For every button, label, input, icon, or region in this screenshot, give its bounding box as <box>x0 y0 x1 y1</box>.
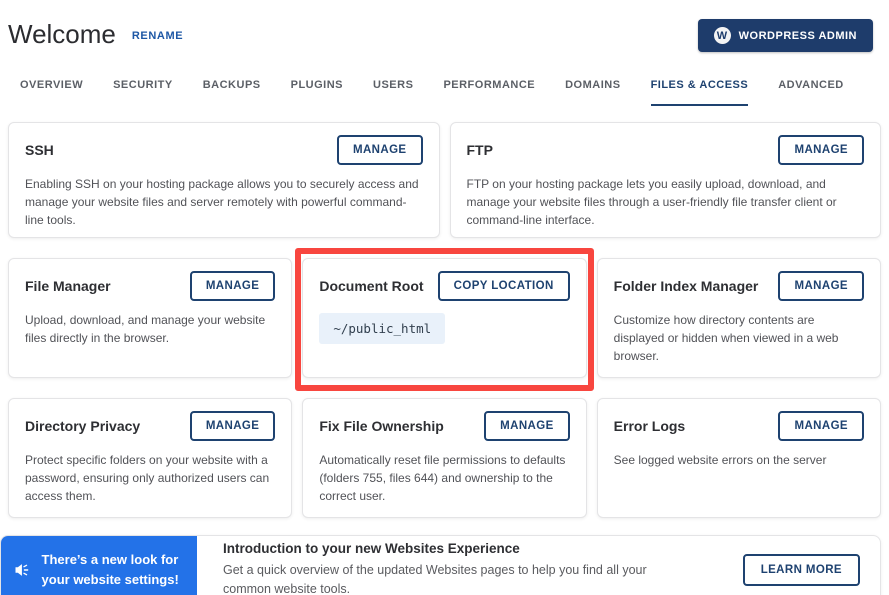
card-description-ssh: Enabling SSH on your hosting package all… <box>25 175 423 229</box>
manage-ftp-button[interactable]: MANAGE <box>778 135 864 165</box>
card-title-folder-index-manager: Folder Index Manager <box>614 278 759 294</box>
card-title-fix-file-ownership: Fix File Ownership <box>319 418 443 434</box>
page-header: Welcome RENAME W WORDPRESS ADMIN <box>0 0 889 52</box>
card-directory-privacy: Directory Privacy MANAGE Protect specifi… <box>8 398 292 518</box>
tab-overview[interactable]: OVERVIEW <box>20 79 83 106</box>
tab-users[interactable]: USERS <box>373 79 413 106</box>
card-description-folder-index-manager: Customize how directory contents are dis… <box>614 311 864 365</box>
banner-title: Introduction to your new Websites Experi… <box>223 541 678 556</box>
banner-callout: There’s a new look for your website sett… <box>1 536 197 595</box>
card-fix-file-ownership: Fix File Ownership MANAGE Automatically … <box>302 398 586 518</box>
card-document-root: Document Root COPY LOCATION ~/public_htm… <box>302 258 586 378</box>
tab-performance[interactable]: PERFORMANCE <box>443 79 535 106</box>
card-file-manager: File Manager MANAGE Upload, download, an… <box>8 258 292 378</box>
banner-callout-text: There’s a new look for your website sett… <box>42 550 185 589</box>
learn-more-button[interactable]: LEARN MORE <box>743 554 860 586</box>
tab-plugins[interactable]: PLUGINS <box>291 79 343 106</box>
manage-folder-index-button[interactable]: MANAGE <box>778 271 864 301</box>
promo-banner: There’s a new look for your website sett… <box>0 535 881 595</box>
card-description-directory-privacy: Protect specific folders on your website… <box>25 451 275 505</box>
banner-description: Get a quick overview of the updated Webs… <box>223 561 678 595</box>
card-ssh: SSH MANAGE Enabling SSH on your hosting … <box>8 122 440 238</box>
card-title-document-root: Document Root <box>319 278 423 294</box>
card-title-ftp: FTP <box>467 142 493 158</box>
manage-file-manager-button[interactable]: MANAGE <box>190 271 276 301</box>
rename-link[interactable]: RENAME <box>132 30 183 42</box>
wordpress-logo-icon: W <box>714 27 731 44</box>
card-description-ftp: FTP on your hosting package lets you eas… <box>467 175 865 229</box>
card-ftp: FTP MANAGE FTP on your hosting package l… <box>450 122 882 238</box>
card-title-error-logs: Error Logs <box>614 418 686 434</box>
tab-security[interactable]: SECURITY <box>113 79 173 106</box>
tools-grid: SSH MANAGE Enabling SSH on your hosting … <box>8 122 881 518</box>
card-title-directory-privacy: Directory Privacy <box>25 418 140 434</box>
manage-fix-file-ownership-button[interactable]: MANAGE <box>484 411 570 441</box>
megaphone-icon <box>14 554 31 586</box>
wordpress-admin-label: WORDPRESS ADMIN <box>739 30 857 42</box>
section-tabs: OVERVIEW SECURITY BACKUPS PLUGINS USERS … <box>20 79 889 106</box>
card-title-file-manager: File Manager <box>25 278 111 294</box>
card-description-fix-file-ownership: Automatically reset file permissions to … <box>319 451 569 505</box>
hosting-settings-page: Welcome RENAME W WORDPRESS ADMIN OVERVIE… <box>0 0 889 595</box>
card-description-file-manager: Upload, download, and manage your websit… <box>25 311 275 347</box>
tab-domains[interactable]: DOMAINS <box>565 79 620 106</box>
manage-directory-privacy-button[interactable]: MANAGE <box>190 411 276 441</box>
card-title-ssh: SSH <box>25 142 54 158</box>
banner-content: Introduction to your new Websites Experi… <box>197 536 880 595</box>
document-root-path: ~/public_html <box>319 313 445 344</box>
card-description-error-logs: See logged website errors on the server <box>614 451 864 469</box>
tab-backups[interactable]: BACKUPS <box>203 79 261 106</box>
card-error-logs: Error Logs MANAGE See logged website err… <box>597 398 881 518</box>
wordpress-admin-button[interactable]: W WORDPRESS ADMIN <box>698 19 873 52</box>
manage-ssh-button[interactable]: MANAGE <box>337 135 423 165</box>
manage-error-logs-button[interactable]: MANAGE <box>778 411 864 441</box>
card-folder-index-manager: Folder Index Manager MANAGE Customize ho… <box>597 258 881 378</box>
tab-files-and-access[interactable]: FILES & ACCESS <box>651 79 749 106</box>
copy-location-button[interactable]: COPY LOCATION <box>438 271 570 301</box>
tab-advanced[interactable]: ADVANCED <box>778 79 844 106</box>
page-title: Welcome <box>8 19 116 50</box>
